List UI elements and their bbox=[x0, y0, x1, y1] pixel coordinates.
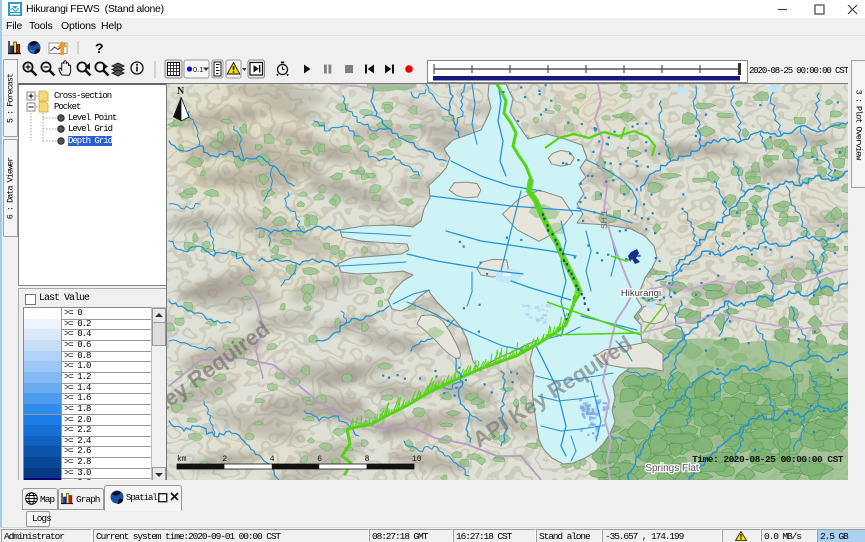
svg-text:2: 2 bbox=[222, 455, 227, 464]
svg-text:Hikurangi: Hikurangi bbox=[621, 288, 661, 299]
svg-text:8: 8 bbox=[365, 455, 370, 464]
svg-text:4: 4 bbox=[270, 455, 275, 464]
svg-text:Springs Flat: Springs Flat bbox=[645, 463, 699, 474]
svg-text:Time: 2020-08-25 00:00:00 CST: Time: 2020-08-25 00:00:00 CST bbox=[692, 454, 844, 465]
svg-text:0.1: 0.1 bbox=[193, 65, 203, 74]
svg-text:6: 6 bbox=[317, 455, 322, 464]
svg-text:km: km bbox=[177, 455, 187, 464]
svg-text:N: N bbox=[177, 86, 185, 97]
svg-text:SH 1: SH 1 bbox=[599, 210, 609, 229]
svg-text:?: ? bbox=[95, 40, 104, 55]
svg-text:10: 10 bbox=[412, 455, 422, 464]
